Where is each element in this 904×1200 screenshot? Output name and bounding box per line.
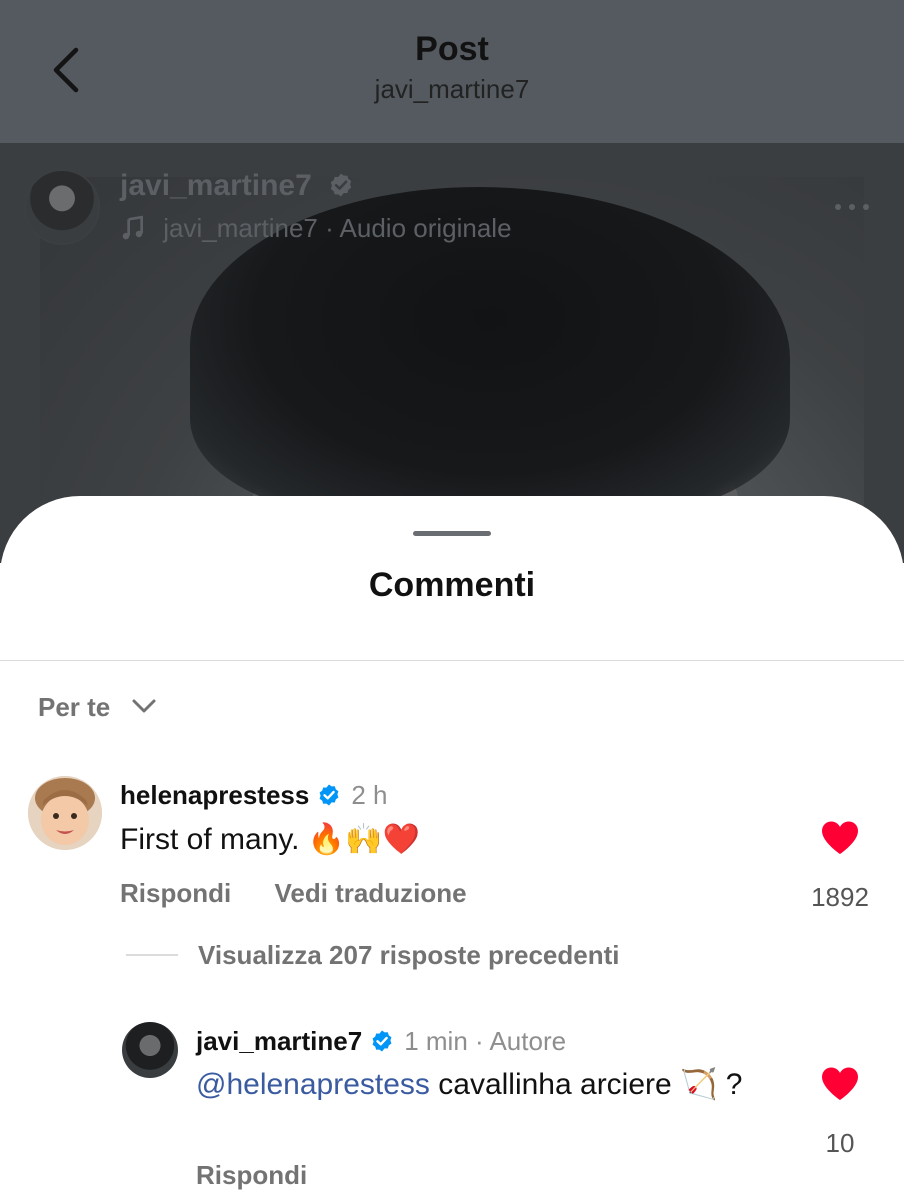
top-nav-bar: Post javi_martine7 <box>0 0 904 143</box>
reply-button[interactable]: Rispondi <box>196 1160 307 1190</box>
reply-username[interactable]: javi_martine7 <box>196 1026 362 1056</box>
page-subtitle: javi_martine7 <box>374 74 530 104</box>
view-previous-replies-button[interactable]: Visualizza 207 risposte precedenti <box>126 940 619 971</box>
reply-actions: Rispondi <box>196 1160 307 1191</box>
see-translation-button[interactable]: Vedi traduzione <box>274 878 466 908</box>
divider <box>0 660 904 661</box>
comments-title: Commenti <box>368 566 536 604</box>
like-count: 10 <box>825 1128 855 1158</box>
reply-meta: 1 min · Autore <box>404 1026 567 1056</box>
post-author-row[interactable]: javi_martine7 <box>120 169 354 203</box>
reply-button[interactable]: Rispondi <box>120 878 231 908</box>
comment-timestamp: 2 h <box>351 780 388 810</box>
comments-sheet: Commenti Per te helenaprestess 2 h First… <box>0 496 904 1200</box>
reply-header: javi_martine7 1 min · Autore <box>196 1026 566 1057</box>
reply-body: cavallinha arciere 🏹 ? <box>429 1068 743 1101</box>
verified-badge-icon <box>319 784 339 806</box>
page-title: Post <box>415 30 489 68</box>
sheet-drag-handle[interactable] <box>413 531 491 536</box>
like-count: 1892 <box>811 882 869 912</box>
post-audio-row[interactable]: javi_martine7 · Audio originale <box>120 213 512 244</box>
reply-text: @helenaprestess cavallinha arciere 🏹 ? <box>196 1066 786 1104</box>
view-replies-label: Visualizza 207 risposte precedenti <box>198 940 620 970</box>
verified-badge-icon <box>330 173 352 197</box>
comment-text: First of many. 🔥🙌❤️ <box>120 823 420 856</box>
comment-sort-label: Per te <box>38 692 111 722</box>
comment-username[interactable]: helenaprestess <box>120 780 309 810</box>
heart-icon[interactable] <box>820 1066 860 1102</box>
baby-avatar-image <box>28 776 102 850</box>
comment-sort-dropdown[interactable]: Per te <box>38 692 158 723</box>
post-author-avatar[interactable] <box>24 169 100 245</box>
comment-header: helenaprestess 2 h <box>120 780 387 811</box>
mention-link[interactable]: @helenaprestess <box>196 1068 430 1101</box>
comment-actions: Rispondi Vedi traduzione <box>120 878 503 909</box>
music-note-icon <box>122 215 144 240</box>
replies-line <box>126 954 178 956</box>
comment-avatar[interactable] <box>28 776 102 850</box>
verified-badge-icon <box>372 1030 392 1052</box>
post-audio-label: javi_martine7 · Audio originale <box>163 213 512 243</box>
more-options-icon[interactable] <box>832 201 872 213</box>
post-author-username[interactable]: javi_martine7 <box>120 169 312 202</box>
reply-avatar[interactable] <box>122 1022 178 1078</box>
chevron-down-icon <box>132 699 155 713</box>
heart-icon[interactable] <box>820 820 860 856</box>
